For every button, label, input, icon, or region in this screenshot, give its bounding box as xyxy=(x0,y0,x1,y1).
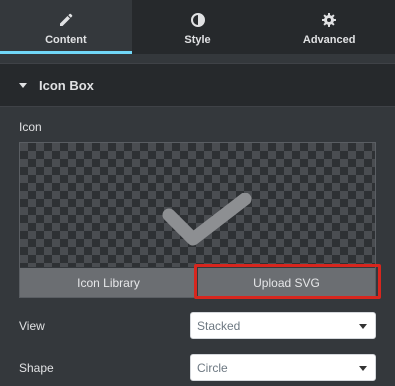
tab-style[interactable]: Style xyxy=(132,0,264,54)
shape-select-value: Circle xyxy=(197,360,228,375)
pencil-icon xyxy=(59,13,73,26)
chevron-down-icon xyxy=(359,366,367,371)
shape-select[interactable]: Circle xyxy=(190,354,376,381)
shape-label: Shape xyxy=(19,361,54,375)
icon-picker-buttons: Icon Library Upload SVG xyxy=(20,267,375,297)
icon-label: Icon xyxy=(19,120,42,134)
icon-library-button[interactable]: Icon Library xyxy=(20,268,197,297)
tab-style-label: Style xyxy=(184,34,211,46)
tab-advanced[interactable]: Advanced xyxy=(263,0,395,54)
chevron-down-icon xyxy=(359,324,367,329)
panel-tabs: Content Style Advanced xyxy=(0,0,395,54)
section-header-icon-box[interactable]: Icon Box xyxy=(0,63,395,107)
gear-icon xyxy=(322,13,337,27)
checkmark-icon xyxy=(162,193,252,246)
tab-content[interactable]: Content xyxy=(0,0,132,54)
caret-down-icon xyxy=(19,82,27,88)
contrast-icon xyxy=(190,13,205,27)
view-select[interactable]: Stacked xyxy=(190,312,376,339)
icon-preview[interactable]: Icon Library Upload SVG xyxy=(19,142,376,298)
tab-content-label: Content xyxy=(45,34,87,46)
section-title: Icon Box xyxy=(39,77,94,93)
view-select-value: Stacked xyxy=(197,318,241,333)
tab-advanced-label: Advanced xyxy=(302,34,356,46)
upload-svg-button[interactable]: Upload SVG xyxy=(197,268,375,297)
view-label: View xyxy=(19,319,45,333)
